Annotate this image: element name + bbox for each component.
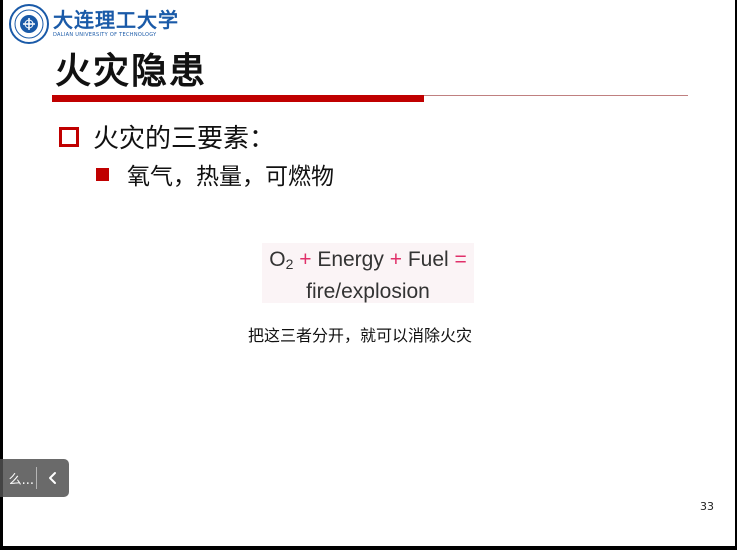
title-underline-bar	[52, 95, 424, 102]
equation-result: fire/explosion	[306, 280, 430, 303]
university-logo: 大连理工大学 DALIAN UNIVERSITY OF TECHNOLOGY	[9, 4, 179, 44]
slide-note: 把这三者分开，就可以消除火灾	[248, 326, 473, 345]
university-seal-icon	[9, 4, 49, 44]
equation-line-1: O2 + Energy + Fuel =	[262, 246, 474, 278]
equation-oxygen: O	[269, 248, 286, 271]
equation-oxygen-subscript: 2	[285, 256, 294, 272]
title-underline-rule	[424, 95, 688, 96]
equation-fuel: Fuel	[407, 248, 449, 271]
equation-plus: +	[299, 248, 312, 271]
collapse-panel-button[interactable]	[37, 459, 69, 497]
chevron-left-icon	[49, 472, 56, 484]
bullet-level-2-text: 氧气，热量，可燃物	[127, 164, 334, 190]
university-name-en: DALIAN UNIVERSITY OF TECHNOLOGY	[53, 32, 157, 38]
bullet-level-2: 氧气，热量，可燃物	[96, 157, 334, 191]
bullet-level-1: 火灾的三要素：	[59, 118, 275, 155]
side-panel-label[interactable]: 么...	[0, 469, 36, 488]
page-number: 33	[700, 500, 714, 513]
equation-plus: +	[389, 248, 402, 271]
slide: 大连理工大学 DALIAN UNIVERSITY OF TECHNOLOGY 火…	[3, 0, 735, 546]
slide-title: 火灾隐患	[55, 51, 208, 92]
equation-equals: =	[454, 248, 467, 271]
hollow-square-bullet-icon	[59, 126, 79, 147]
logo-text: 大连理工大学 DALIAN UNIVERSITY OF TECHNOLOGY	[53, 10, 179, 38]
filled-square-bullet-icon	[96, 167, 109, 181]
university-name-cn: 大连理工大学	[53, 8, 179, 32]
fire-triangle-equation: O2 + Energy + Fuel = fire/explosion	[262, 243, 474, 303]
floating-side-panel[interactable]: 么...	[0, 459, 69, 497]
equation-energy: Energy	[317, 248, 384, 271]
bullet-level-1-text: 火灾的三要素：	[93, 124, 276, 154]
